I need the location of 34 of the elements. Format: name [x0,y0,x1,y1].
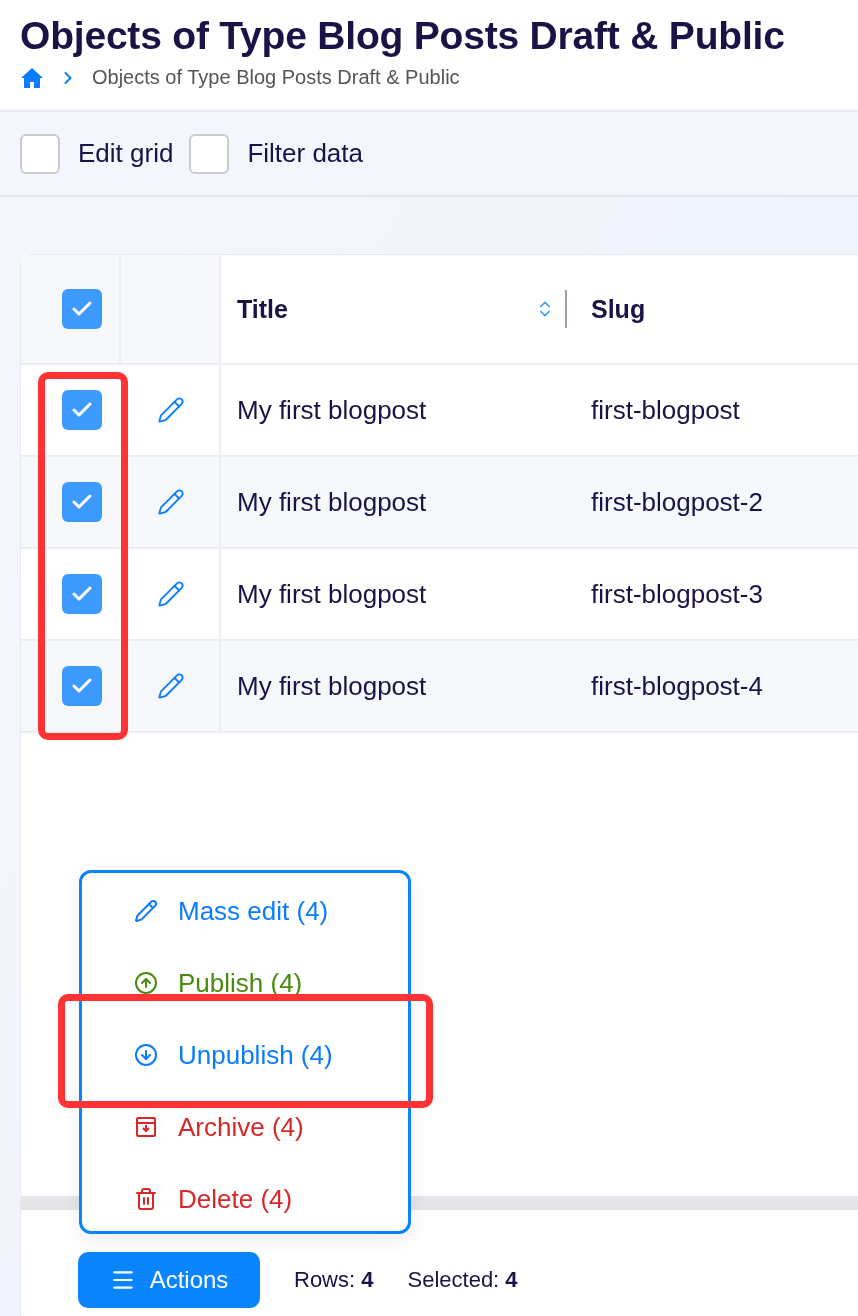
page-title: Objects of Type Blog Posts Draft & Public [20,14,786,58]
table-cell: My first blogpost [221,641,575,733]
row-checkbox[interactable] [62,390,102,430]
arrow-down-circle-icon [134,1043,158,1067]
row-checkbox[interactable] [62,482,102,522]
column-header[interactable]: Title [237,294,288,324]
menu-item[interactable]: Mass edit (4) [82,875,408,947]
actions-button[interactable]: Actions [78,1252,260,1308]
menu-item[interactable]: Unpublish (4) [82,1019,408,1091]
checkbox-label[interactable]: Edit grid [78,138,174,169]
row-checkbox[interactable] [62,666,102,706]
column-header[interactable]: Slug [591,294,646,324]
pencil-icon [134,899,158,923]
menu-item[interactable]: Delete (4) [82,1163,408,1235]
table-cell: first-blogpost-2 [575,457,858,549]
breadcrumb-item[interactable]: Objects of Type Blog Posts Draft & Public [92,66,460,89]
checkbox[interactable] [20,133,60,174]
archive-icon [134,1115,158,1139]
checkbox[interactable] [189,133,230,174]
edit-icon[interactable] [157,580,185,608]
footer-stat: Selected: 4 [407,1267,518,1293]
arrow-up-circle-icon [134,971,158,995]
select-all-checkbox[interactable] [62,289,102,329]
table-cell: first-blogpost-4 [575,641,858,733]
table-cell: My first blogpost [221,457,575,549]
edit-icon[interactable] [157,488,185,516]
row-checkbox[interactable] [62,574,102,614]
footer-stat: Rows: 4 [294,1267,374,1293]
edit-icon[interactable] [157,396,185,424]
menu-item[interactable]: Archive (4) [82,1091,408,1163]
checkbox-label[interactable]: Filter data [247,138,363,169]
home-icon[interactable] [20,66,44,89]
edit-icon[interactable] [157,672,185,700]
trash-icon [134,1187,158,1211]
